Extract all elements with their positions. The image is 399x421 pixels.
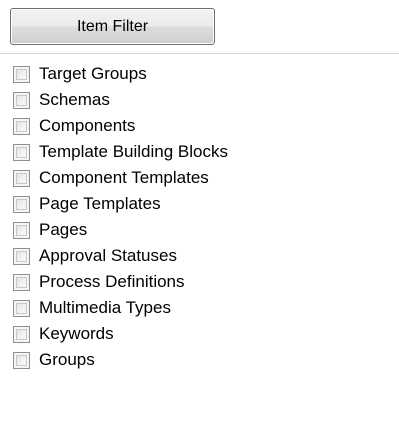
checkbox[interactable] [13,300,30,317]
list-item-page-templates[interactable]: Page Templates [0,193,360,219]
list-item-target-groups[interactable]: Target Groups [0,63,360,89]
item-label: Page Templates [39,194,161,213]
checkbox[interactable] [13,170,30,187]
checkbox[interactable] [13,222,30,239]
item-label: Keywords [39,324,114,343]
checkbox[interactable] [13,274,30,291]
item-label: Pages [39,220,88,239]
item-label: Process Definitions [39,272,185,291]
list-item-template-building-blocks[interactable]: Template Building Blocks [0,141,360,167]
item-label: Components [39,116,136,135]
item-label: Groups [39,350,95,369]
item-filter-panel: Item Filter Target Groups Schemas Compon… [0,0,399,421]
list-item-keywords[interactable]: Keywords [0,323,360,349]
checkbox[interactable] [13,118,30,135]
item-filter-button[interactable]: Item Filter [10,8,215,45]
checkbox[interactable] [13,196,30,213]
checkbox[interactable] [13,248,30,265]
list-item-multimedia-types[interactable]: Multimedia Types [0,297,360,323]
item-label: Component Templates [39,168,209,187]
list-item-component-templates[interactable]: Component Templates [0,167,360,193]
list-item-schemas[interactable]: Schemas [0,89,360,115]
item-label: Target Groups [39,64,147,83]
item-label: Approval Statuses [39,246,177,265]
checkbox[interactable] [13,352,30,369]
checkbox[interactable] [13,144,30,161]
item-type-checkbox-list: Target Groups Schemas Components Templat… [0,63,360,375]
divider [0,53,399,54]
list-item-components[interactable]: Components [0,115,360,141]
checkbox[interactable] [13,66,30,83]
item-label: Multimedia Types [39,298,171,317]
item-label: Schemas [39,90,110,109]
list-item-approval-statuses[interactable]: Approval Statuses [0,245,360,271]
list-item-process-definitions[interactable]: Process Definitions [0,271,360,297]
checkbox[interactable] [13,326,30,343]
checkbox[interactable] [13,92,30,109]
item-label: Template Building Blocks [39,142,228,161]
list-item-pages[interactable]: Pages [0,219,360,245]
list-item-groups[interactable]: Groups [0,349,360,375]
